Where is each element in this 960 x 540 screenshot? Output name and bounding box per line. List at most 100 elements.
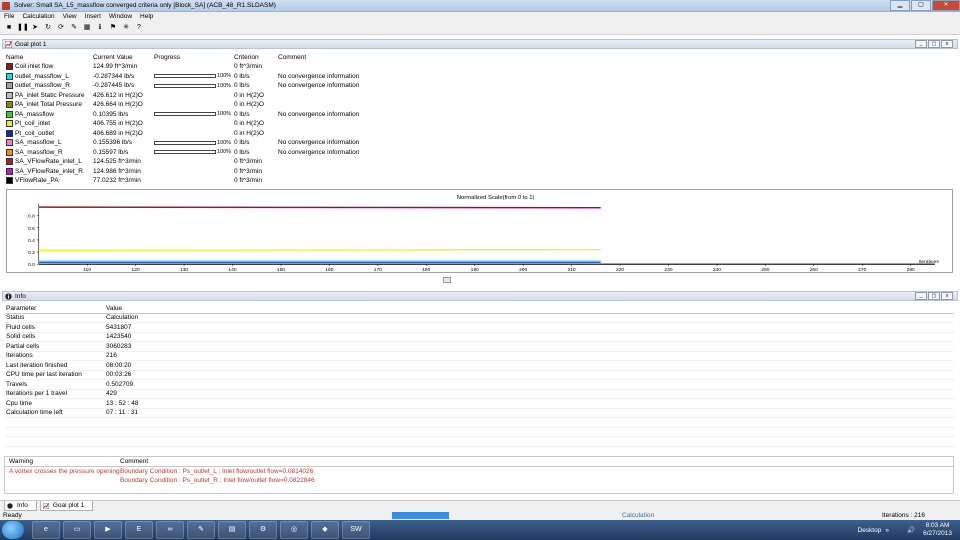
pause-button[interactable]: ❚❚	[17, 23, 29, 33]
col-progress[interactable]: Progress	[154, 54, 234, 61]
col-value[interactable]: Current Value	[93, 54, 154, 61]
stop-button[interactable]: ■	[4, 23, 14, 33]
tab-info[interactable]: Info	[4, 501, 37, 511]
refresh-button[interactable]: ↻	[43, 23, 53, 33]
col-criterion[interactable]: Criterion	[234, 54, 278, 61]
menu-help[interactable]: Help	[136, 12, 157, 21]
info-row[interactable]: CPU time per last iteration 00:03:26	[6, 371, 954, 380]
goal-row[interactable]: PA_inlet Total Pressure 426.664 in H(2)O 0…	[6, 100, 956, 110]
panel-minimize-button[interactable]: _	[915, 292, 927, 300]
menu-calculation[interactable]: Calculation	[18, 12, 58, 21]
flag-button[interactable]: ⚑	[108, 23, 118, 33]
tray-expand-icon[interactable]: »	[885, 527, 889, 534]
taskbar-app-solidworks[interactable]: SW	[342, 521, 370, 539]
info-row[interactable]: Travels 0.502709	[6, 380, 954, 390]
table-button[interactable]: ▦	[82, 23, 92, 33]
col-name[interactable]: Name	[6, 54, 93, 61]
goal-row[interactable]: VFlowRate_PA 77.0232 ft^3/min 0 ft^3/min	[6, 176, 956, 186]
menu-file[interactable]: File	[0, 12, 18, 21]
taskbar-app-folder[interactable]: ▭	[63, 521, 91, 539]
info-row[interactable]: Calculation time left 07 : 11 : 31	[6, 409, 954, 418]
taskbar-app-tools[interactable]: ⚙	[249, 521, 277, 539]
taskbar: e ▭ ▶ E ∞ ✎ ▤ ⚙ ◎ ◆ SW Desktop » 🔊 8:03 AM 6/27/20…	[0, 520, 960, 540]
info-row[interactable]: Status Calculation	[6, 314, 954, 323]
taskbar-app-media[interactable]: ▶	[94, 521, 122, 539]
col-value[interactable]: Value	[106, 305, 122, 312]
redo-icon: ⟳	[58, 23, 64, 31]
goal-row[interactable]: PA_massflow 0.10395 lb/s 100% 0 lb/s No conv…	[6, 110, 956, 120]
goal-name-cell: Coil inlet flow	[6, 63, 93, 71]
close-button[interactable]: ✕	[932, 0, 960, 11]
desktop-toolbar[interactable]: Desktop	[858, 527, 882, 534]
panel-close-button[interactable]: x	[941, 292, 953, 300]
taskbar-app-easy[interactable]: E	[125, 521, 153, 539]
goal-row[interactable]: Pt_coil_outlet 406.689 in H(2)O 0 in H(2)O	[6, 129, 956, 139]
x-tick-label: 130	[180, 267, 188, 273]
taskbar-app-target[interactable]: ◎	[280, 521, 308, 539]
panel-close-button[interactable]: x	[941, 40, 953, 48]
info-row[interactable]: Iterations per 1 travel 429	[6, 390, 954, 399]
goal-progress-cell: 100%	[154, 73, 234, 79]
tools-icon: ⚙	[259, 526, 267, 533]
goal-row[interactable]: SA_massflow_R 0.15597 lb/s 100% 0 lb/s No co…	[6, 148, 956, 158]
taskbar-app-doc[interactable]: ▤	[218, 521, 246, 539]
panel-restore-button[interactable]: ▢	[928, 40, 940, 48]
goal-button[interactable]: ?	[134, 23, 144, 33]
info-row[interactable]: Last iteration finished 08:00:20	[6, 361, 954, 371]
warning-row[interactable]: A vortex crosses the pressure opening Bou…	[5, 467, 953, 477]
taskbar-app-notepad[interactable]: ✎	[187, 521, 215, 539]
chart-button[interactable]: ✳	[121, 23, 131, 33]
goal-criterion: 0 lb/s	[234, 148, 250, 156]
taskbar-app-app1[interactable]: ◆	[311, 521, 339, 539]
info-row[interactable]: Fluid cells 5431807	[6, 323, 954, 333]
info-row[interactable]: Solid cells 1423540	[6, 333, 954, 342]
goal-chart: Normalized Scale(from 0 to 1) Iterations…	[6, 189, 953, 273]
goal-plot-panel-header: Goal plot 1 _ ▢ x	[2, 39, 958, 49]
minimize-button[interactable]: ▁	[890, 0, 910, 11]
col-warning[interactable]: Warning	[9, 458, 120, 465]
info-icon: ℹ	[98, 23, 102, 31]
redo-button[interactable]: ⟳	[56, 23, 66, 33]
info-row[interactable]: Cpu time 13 : 52 : 48	[6, 399, 954, 409]
goal-row[interactable]: PA_inlet Static Pressure 426.612 in H(2)O…	[6, 91, 956, 101]
goal-row[interactable]: outlet_massflow_L -0.287344 lb/s 100% 0 lb/…	[6, 72, 956, 82]
goal-name-cell: PA_massflow	[6, 110, 93, 118]
goal-row[interactable]: Pt_coil_inlet 406.755 in H(2)O 0 in H(2)O	[6, 119, 956, 129]
goal-row[interactable]: SA_VFlowRate_inlet_R 124.986 ft^3/min 0 ft…	[6, 167, 956, 177]
menu-view[interactable]: View	[59, 12, 81, 21]
status-bar: Ready Calculation Iterations : 216	[0, 511, 960, 520]
info-row[interactable]: Partial cells 3060283	[6, 342, 954, 352]
goal-row[interactable]: outlet_massflow_R -0.287445 lb/s 100% 0 lb/…	[6, 81, 956, 91]
taskbar-app-ie[interactable]: e	[32, 521, 60, 539]
panel-minimize-button[interactable]: _	[915, 40, 927, 48]
goal-row[interactable]: SA_VFlowRate_inlet_L 124.525 ft^3/min 0 ft…	[6, 157, 956, 167]
goal-name-cell: SA_massflow_R	[6, 148, 93, 156]
menu-window[interactable]: Window	[105, 12, 136, 21]
goal-name-cell: Pt_coil_inlet	[6, 120, 93, 128]
goal-row[interactable]: Coil inlet flow 124.99 ft^3/min 0 ft^3/min	[6, 62, 956, 72]
start-button[interactable]	[2, 521, 24, 539]
panel-restore-button[interactable]: ▢	[928, 292, 940, 300]
chart-title: Normalized Scale(from 0 to 1)	[457, 195, 535, 201]
info-button[interactable]: ℹ	[95, 23, 105, 33]
menu-insert[interactable]: Insert	[81, 12, 105, 21]
maximize-button[interactable]: ▢	[911, 0, 931, 11]
col-comment[interactable]: Comment	[278, 54, 478, 61]
col-comment[interactable]: Comment	[120, 458, 148, 465]
pin-icon: ✎	[71, 23, 77, 31]
goal-row[interactable]: SA_massflow_L 0.155396 lb/s 100% 0 lb/s No c…	[6, 138, 956, 148]
taskbar-app-vs[interactable]: ∞	[156, 521, 184, 539]
x-tick-label: 200	[519, 267, 527, 273]
clock[interactable]: 8:03 AM 6/27/2013	[923, 522, 952, 538]
info-row[interactable]: Iterations 216	[6, 352, 954, 361]
tab-goal-plot[interactable]: Goal plot 1	[39, 501, 94, 511]
status-iterations: Iterations : 216	[882, 512, 925, 519]
goal-criterion: 0 ft^3/min	[234, 63, 262, 71]
pin-button[interactable]: ✎	[69, 23, 79, 33]
run-button[interactable]: ➤	[30, 23, 40, 33]
goal-color-swatch	[6, 129, 13, 137]
warning-row[interactable]: Boundary Condition : Ps_outlet_R ; Inlet…	[5, 476, 953, 486]
volume-icon[interactable]: 🔊	[907, 526, 915, 534]
panel-splitter[interactable]	[443, 277, 451, 283]
col-parameter[interactable]: Parameter	[6, 305, 106, 312]
